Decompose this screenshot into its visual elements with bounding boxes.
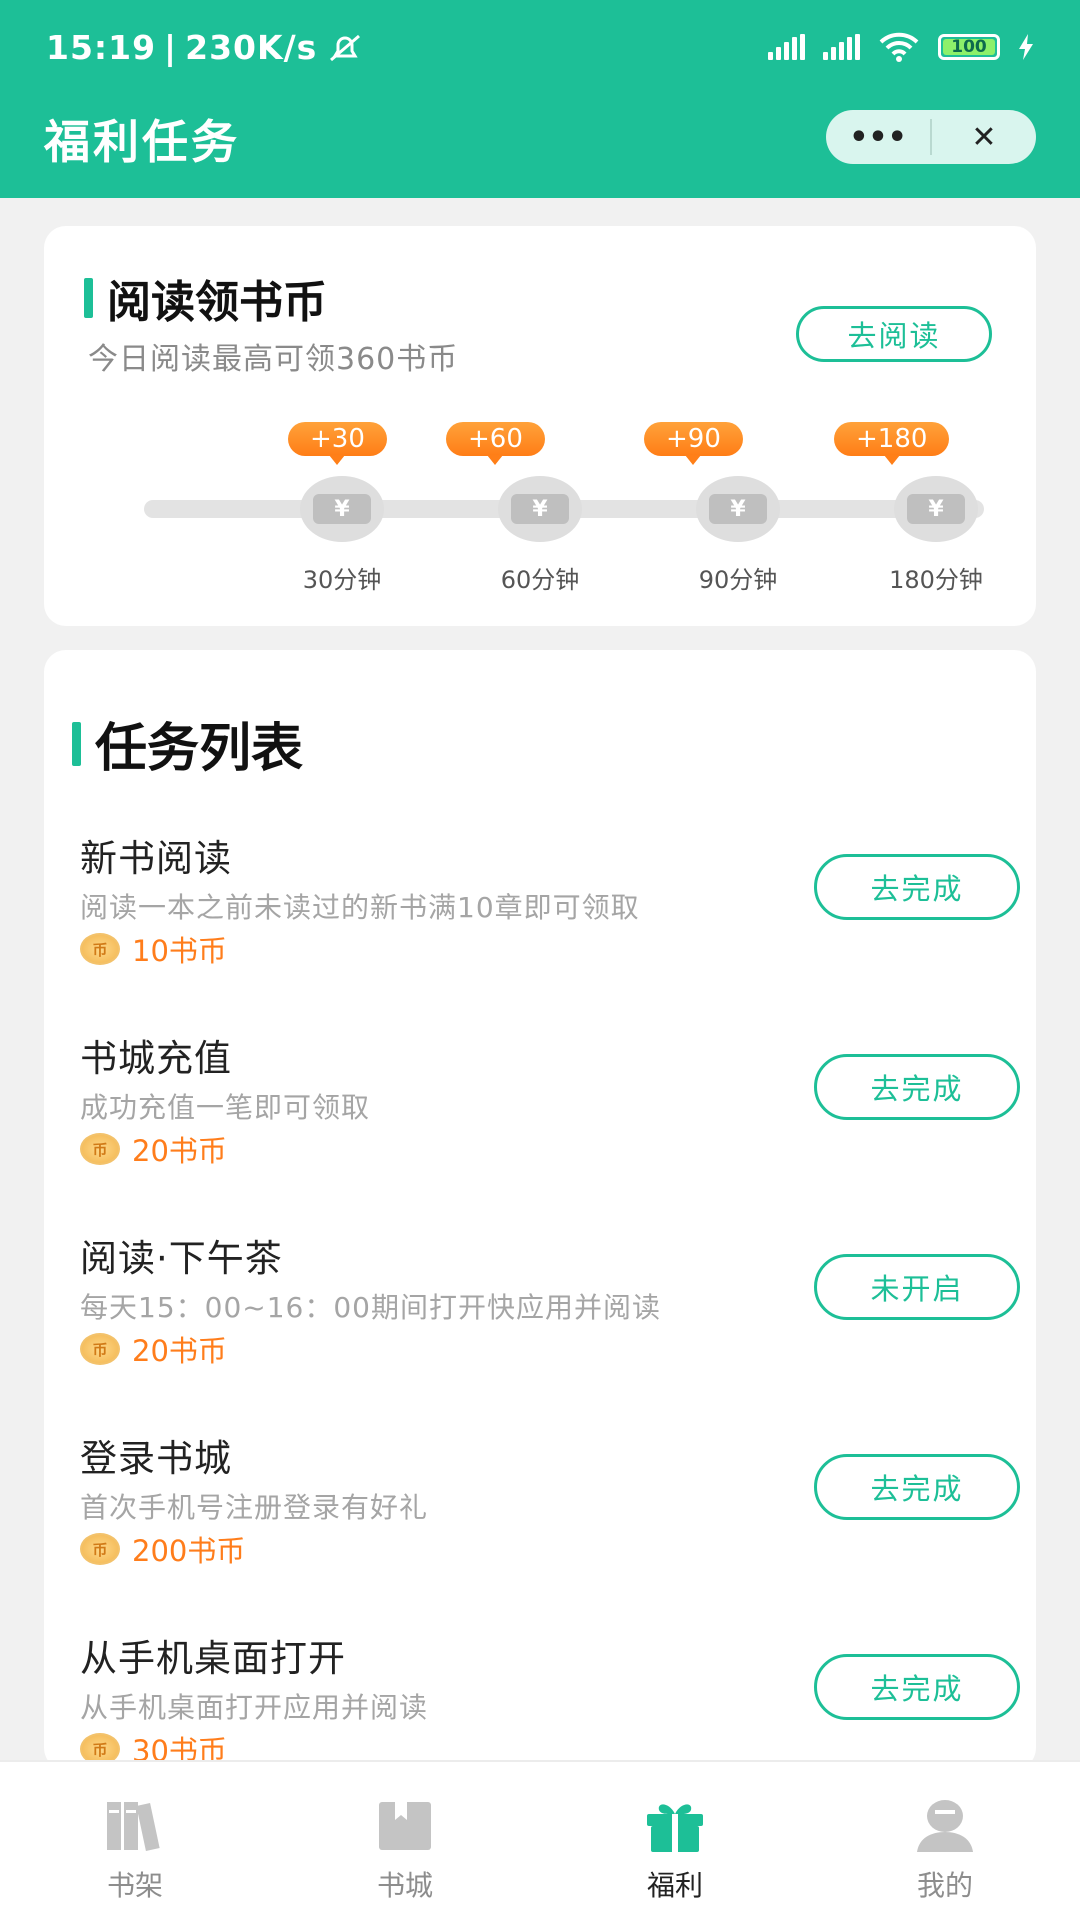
tab-bookshelf[interactable]: 书架 xyxy=(0,1762,270,1920)
task-name: 书城充值 xyxy=(80,1037,232,1080)
page-title: 福利任务 xyxy=(44,115,240,169)
mute-icon xyxy=(330,34,361,61)
milestone-minutes: 180分钟 xyxy=(889,566,983,594)
task-reward: 币 200书币 xyxy=(80,1528,245,1570)
signal-icon xyxy=(768,34,805,60)
task-list-card: 任务列表 新书阅读 阅读一本之前未读过的新书满10章即可领取 币 10书币 去完… xyxy=(44,650,1036,1770)
tab-bookstore[interactable]: 书城 xyxy=(270,1762,540,1920)
task-action-button[interactable]: 去完成 xyxy=(814,854,1020,920)
task-desc: 成功充值一笔即可领取 xyxy=(80,1091,371,1124)
coin-icon: 币 xyxy=(80,933,120,965)
milestone-minutes: 30分钟 xyxy=(302,566,382,594)
task-name: 从手机桌面打开 xyxy=(80,1637,346,1680)
milestone-minutes: 90分钟 xyxy=(698,566,778,594)
bookstore-icon xyxy=(373,1798,437,1854)
milestone-reward-60: +60 xyxy=(446,422,545,465)
task-action-button[interactable]: 去完成 xyxy=(814,1054,1020,1120)
bottom-tab-bar: 书架 书城 福利 我的 xyxy=(0,1760,1080,1920)
tab-mine[interactable]: 我的 xyxy=(810,1762,1080,1920)
milestone-coin-icon: ¥ xyxy=(696,476,780,542)
task-item: 新书阅读 阅读一本之前未读过的新书满10章即可领取 币 10书币 去完成 xyxy=(80,828,1020,998)
battery-icon: 100 xyxy=(938,34,1000,60)
network-speed: 230K/s xyxy=(185,28,318,67)
milestone-coin-icon: ¥ xyxy=(894,476,978,542)
more-button[interactable]: ••• xyxy=(826,110,930,164)
task-action-button[interactable]: 去完成 xyxy=(814,1654,1020,1720)
task-name: 登录书城 xyxy=(80,1437,232,1480)
wifi-icon xyxy=(879,32,919,62)
coin-icon: 币 xyxy=(80,1533,120,1565)
status-left: 15:19 | 230K/s xyxy=(46,28,365,67)
task-item: 登录书城 首次手机号注册登录有好礼 币 200书币 去完成 xyxy=(80,1428,1020,1598)
mini-program-capsule: ••• ✕ xyxy=(826,110,1036,164)
gift-icon xyxy=(643,1798,707,1854)
close-button[interactable]: ✕ xyxy=(932,110,1036,164)
task-desc: 每天15：00~16：00期间打开快应用并阅读 xyxy=(80,1291,661,1324)
milestone-minutes: 60分钟 xyxy=(500,566,580,594)
task-action-button[interactable]: 去完成 xyxy=(814,1454,1020,1520)
task-item: 阅读·下午茶 每天15：00~16：00期间打开快应用并阅读 币 20书币 未开… xyxy=(80,1228,1020,1398)
task-desc: 从手机桌面打开应用并阅读 xyxy=(80,1691,429,1724)
reading-section-title: 阅读领书币 xyxy=(84,266,327,330)
charging-icon xyxy=(1019,34,1033,60)
task-reward: 币 20书币 xyxy=(80,1128,227,1170)
reading-reward-card: 阅读领书币 今日阅读最高可领360书币 去阅读 +30 +60 +90 +180… xyxy=(44,226,1036,626)
go-read-button[interactable]: 去阅读 xyxy=(796,306,992,362)
task-action-button[interactable]: 未开启 xyxy=(814,1254,1020,1320)
task-item: 书城充值 成功充值一笔即可领取 币 20书币 去完成 xyxy=(80,1028,1020,1198)
task-section-title: 任务列表 xyxy=(72,706,303,781)
tab-welfare[interactable]: 福利 xyxy=(540,1762,810,1920)
task-name: 新书阅读 xyxy=(80,837,232,880)
milestone-reward-90: +90 xyxy=(644,422,743,465)
milestone-reward-30: +30 xyxy=(288,422,387,465)
task-reward: 币 20书币 xyxy=(80,1328,227,1370)
coin-icon: 币 xyxy=(80,1133,120,1165)
profile-icon xyxy=(913,1798,977,1854)
coin-icon: 币 xyxy=(80,1333,120,1365)
milestone-coin-icon: ¥ xyxy=(498,476,582,542)
signal-icon-2 xyxy=(823,34,860,60)
top-bar: 15:19 | 230K/s 100 福利任务 ••• ✕ xyxy=(0,0,1080,198)
milestone-coin-icon: ¥ xyxy=(300,476,384,542)
status-right: 100 xyxy=(768,32,1034,62)
reading-subtitle: 今日阅读最高可领360书币 xyxy=(88,342,459,377)
milestone-reward-180: +180 xyxy=(834,422,950,465)
task-reward: 币 10书币 xyxy=(80,928,227,970)
bookshelf-icon xyxy=(103,1798,167,1854)
task-name: 阅读·下午茶 xyxy=(80,1237,283,1280)
task-desc: 阅读一本之前未读过的新书满10章即可领取 xyxy=(80,891,640,924)
task-desc: 首次手机号注册登录有好礼 xyxy=(80,1491,429,1524)
status-time: 15:19 xyxy=(46,28,157,67)
